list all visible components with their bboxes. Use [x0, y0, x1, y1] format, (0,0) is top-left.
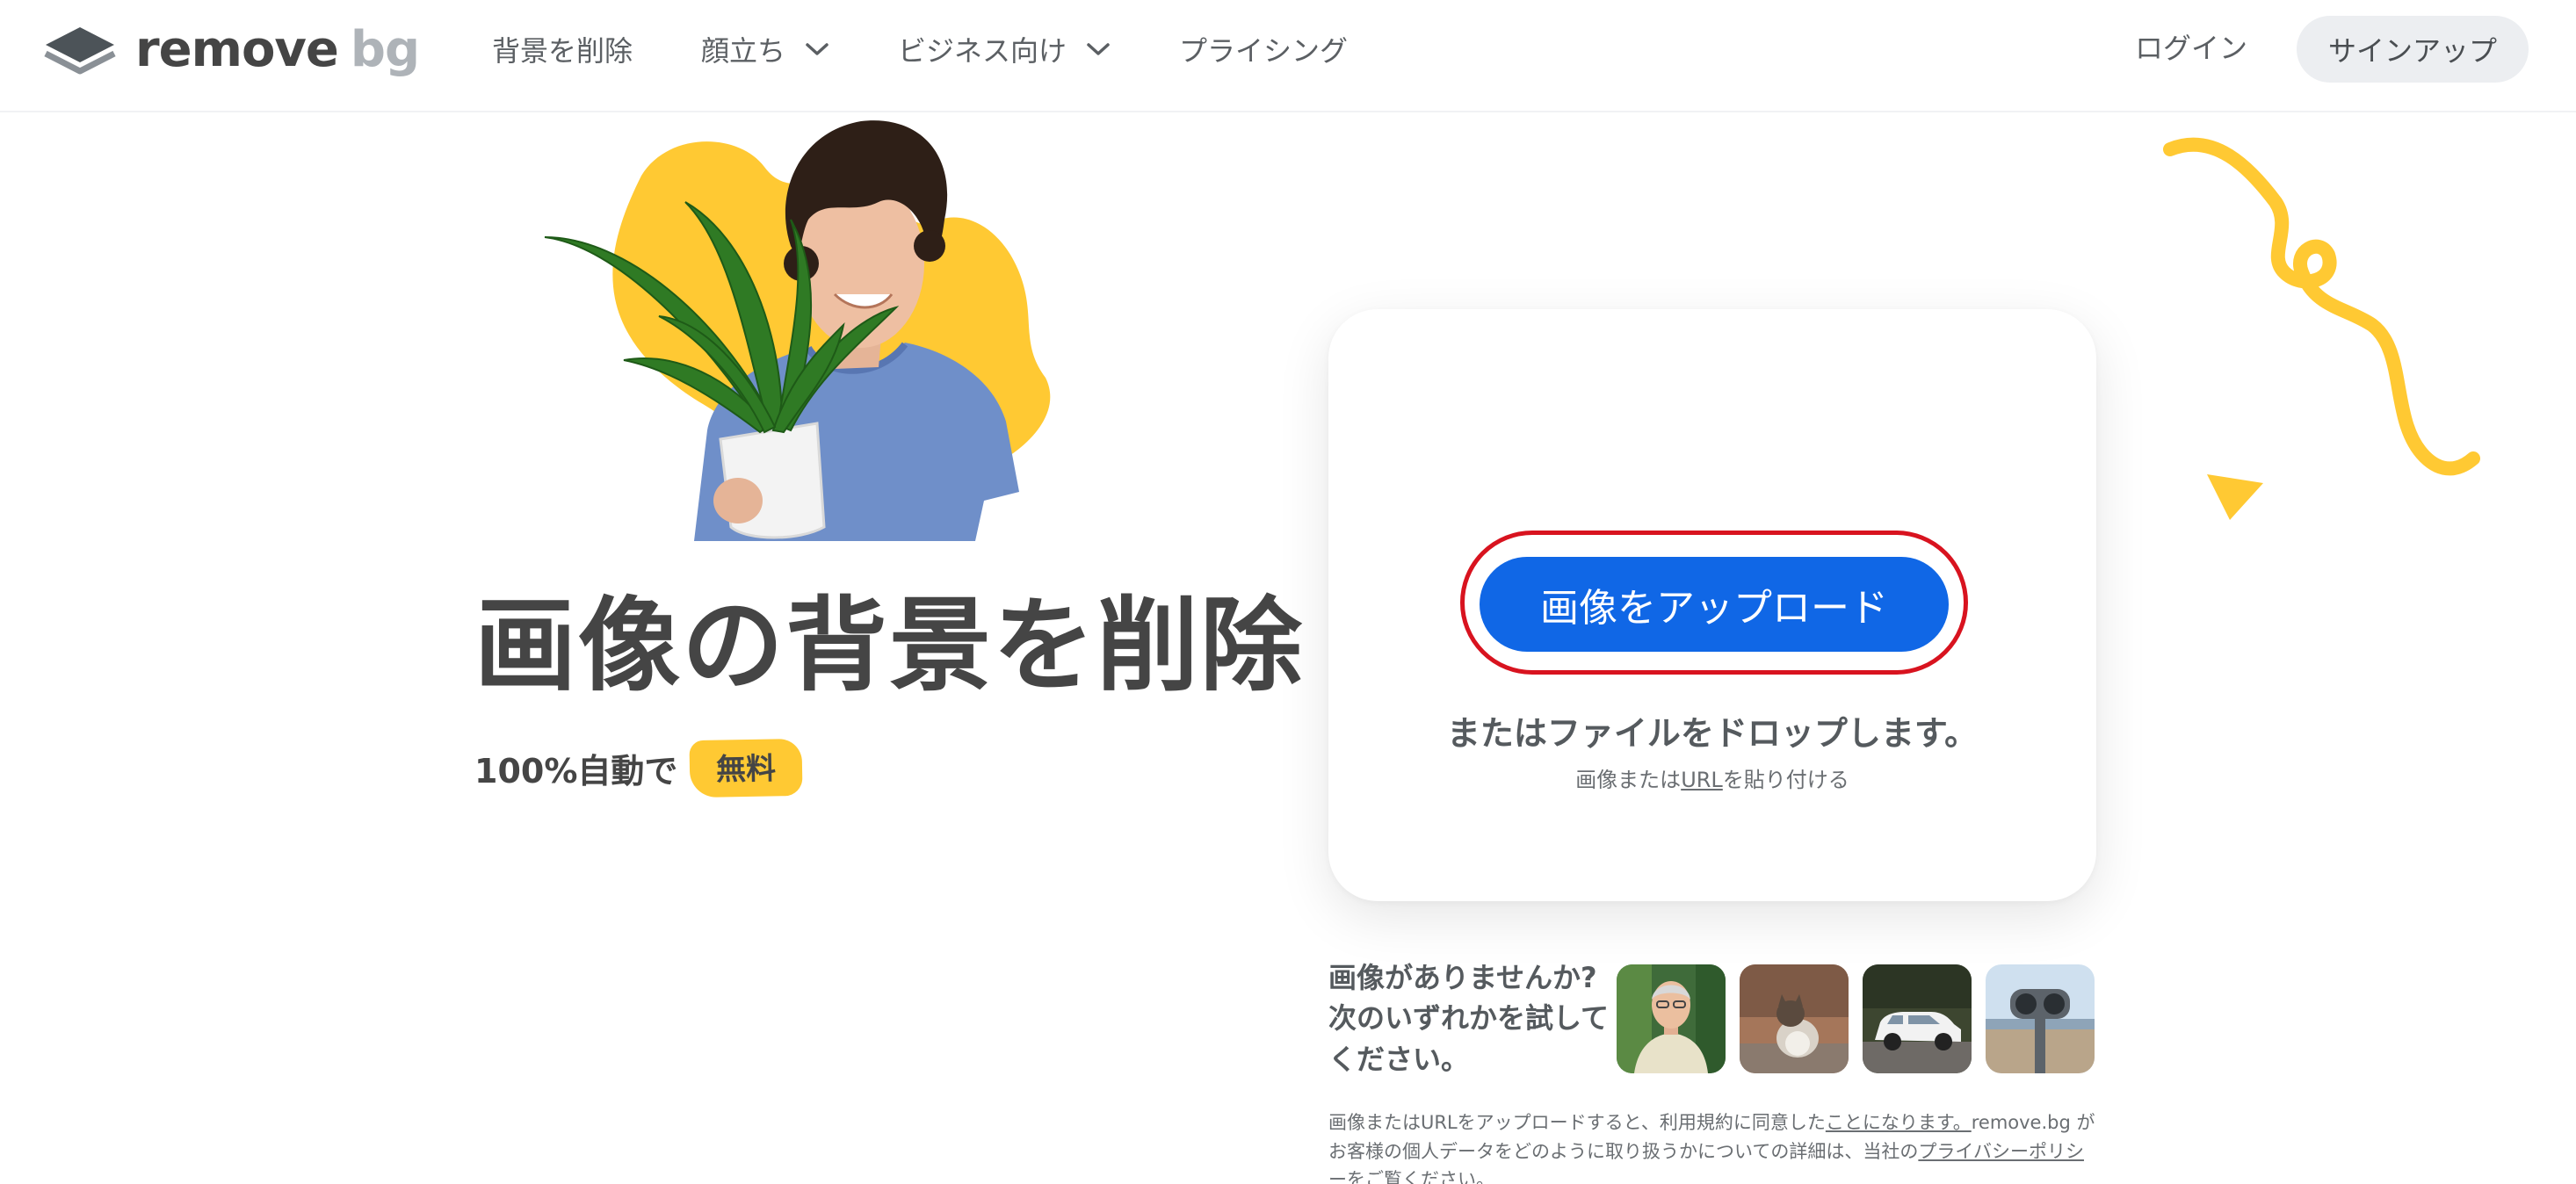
upload-card[interactable]: 画像をアップロード またはファイルをドロップします。 画像またはURLを貼り付け… — [1328, 309, 2096, 901]
person-photo-image — [1617, 964, 1726, 1073]
terms-notice: 画像またはURLをアップロードすると、利用規約に同意したことになります。remo… — [1328, 1108, 2102, 1184]
hero-subtitle-text: 100%自動で — [474, 752, 678, 791]
paste-url-hint: 画像またはURLを貼り付ける — [1328, 762, 2096, 793]
drop-file-text: またはファイルをドロップします。 — [1446, 714, 1979, 753]
hero-person-with-plant-illustration — [544, 120, 1051, 541]
nav-label: 背景を削除 — [492, 34, 633, 68]
cat-photo-image — [1740, 964, 1849, 1073]
nav-remove-background[interactable]: 背景を削除 — [492, 29, 633, 69]
nav-pricing[interactable]: プライシング — [1179, 29, 1348, 69]
free-badge: 無料 — [689, 738, 803, 798]
hero-title: 画像の背景を削除 — [474, 587, 1304, 705]
login-link[interactable]: ログイン — [2135, 26, 2247, 67]
top-navigation-bar: remove bg 背景を削除 顔立ち ビジネス向け プライシング ログイン サ… — [0, 0, 2576, 112]
main-nav: 背景を削除 顔立ち ビジネス向け プライシング — [492, 25, 1416, 74]
no-image-line-3: ください。 — [1328, 1042, 1470, 1076]
page: remove bg 背景を削除 顔立ち ビジネス向け プライシング ログイン サ… — [0, 0, 2576, 1184]
logo[interactable]: remove bg — [42, 19, 420, 81]
chevron-down-icon — [1087, 43, 1110, 55]
decorative-squiggle-and-triangle — [2163, 137, 2480, 520]
sample-thumbnail-person[interactable] — [1617, 964, 1726, 1073]
no-image-line-2: 次のいずれかを試して — [1328, 1001, 1610, 1036]
nav-label: 顔立ち — [701, 34, 786, 68]
logo-word-remove: remove — [135, 21, 339, 78]
nav-business-dropdown[interactable]: ビジネス向け — [898, 29, 1111, 69]
yellow-triangle-shape — [2207, 474, 2263, 520]
sample-thumbnail-car[interactable] — [1863, 964, 1972, 1073]
nav-label: ビジネス向け — [898, 34, 1067, 68]
chevron-down-icon — [806, 43, 829, 55]
paste-hint-suffix: を貼り付ける — [1722, 768, 1849, 792]
sample-thumbnail-binoculars[interactable] — [1986, 964, 2095, 1073]
terms-text-1: 画像またはURLをアップロードすると、利用規約に同意した — [1328, 1112, 1826, 1133]
sample-thumbnail-cat[interactable] — [1740, 964, 1849, 1073]
terms-text-3: をご覧ください。 — [1347, 1169, 1494, 1184]
logo-wordmark: remove bg — [135, 25, 420, 75]
nav-features-dropdown[interactable]: 顔立ち — [701, 29, 829, 69]
layers-logo-icon — [44, 27, 116, 75]
car-photo-image — [1863, 964, 1972, 1073]
nav-label: プライシング — [1179, 34, 1349, 68]
upload-image-button[interactable]: 画像をアップロード — [1480, 557, 1949, 652]
signup-button[interactable]: サインアップ — [2297, 16, 2529, 83]
terms-of-service-link[interactable]: ことになります。 — [1826, 1112, 1972, 1133]
binoculars-photo-image — [1986, 964, 2095, 1073]
logo-word-bg: bg — [350, 21, 420, 78]
hero-subtitle: 100%自動で 無料 — [474, 738, 803, 798]
no-image-line-1: 画像がありませんか? — [1328, 961, 1597, 994]
paste-url-link[interactable]: URL — [1681, 768, 1723, 792]
sample-thumbnails — [1617, 964, 2109, 1073]
no-image-prompt: 画像がありませんか? 次のいずれかを試して ください。 — [1328, 957, 1618, 1079]
paste-hint-prefix: 画像または — [1575, 768, 1682, 792]
